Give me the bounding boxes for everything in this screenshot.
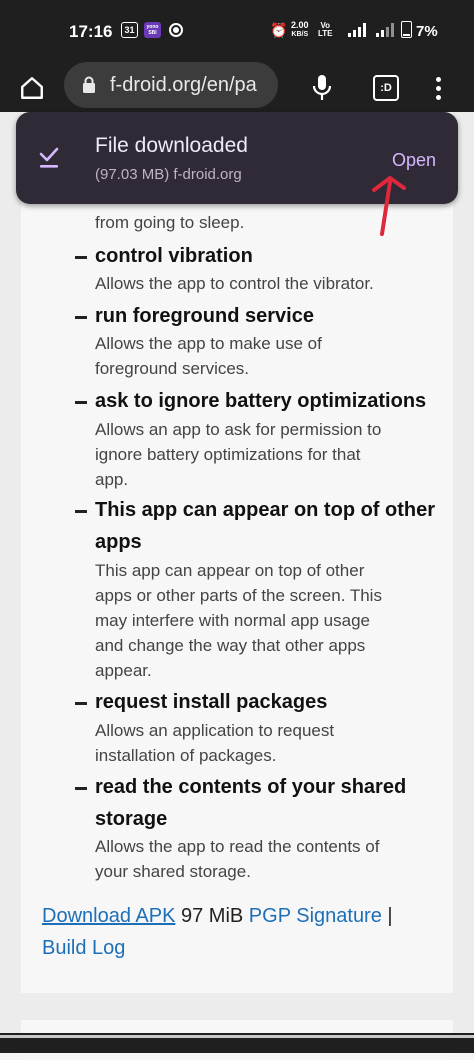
more-vert-dot xyxy=(435,94,441,100)
status-bar: 17:16 31 yono SBI ⏰ 2.00 KB/S Vo LTE 7% xyxy=(0,0,474,62)
permission-title: request install packages xyxy=(95,691,328,713)
more-vert-dot xyxy=(435,85,441,91)
permission-desc: foreground services. xyxy=(95,359,250,378)
tab-switcher-button[interactable]: :D xyxy=(366,68,406,108)
permission-desc: app. xyxy=(95,470,129,489)
bullet-dash xyxy=(75,787,87,790)
apk-size: 97 MiB xyxy=(180,905,244,927)
snackbar-subtitle: (97.03 MB) f-droid.org xyxy=(95,166,242,183)
signal-icon-sim1 xyxy=(345,22,369,38)
battery-icon xyxy=(401,21,412,38)
permission-desc: and change the way that other apps xyxy=(95,636,366,655)
bullet-dash xyxy=(75,510,87,513)
download-links: Download APK 97 MiB PGP Signature | Buil… xyxy=(42,900,442,964)
link-separator: | xyxy=(387,905,393,927)
snackbar-title: File downloaded xyxy=(95,134,248,157)
permission-desc: Allows the app to make use of xyxy=(95,334,322,353)
permission-title: control vibration xyxy=(95,245,253,267)
browser-toolbar: f-droid.org/en/pa :D xyxy=(0,62,474,112)
permission-desc: apps or other parts of the screen. This xyxy=(95,586,382,605)
permission-desc: may interfere with normal app usage xyxy=(95,611,370,630)
system-nav-bar xyxy=(0,1033,474,1053)
volte-indicator: Vo LTE xyxy=(318,22,333,38)
download-apk-link[interactable]: Download APK xyxy=(42,905,175,927)
status-time: 17:16 xyxy=(69,22,113,41)
bullet-dash xyxy=(75,702,87,705)
chrome-icon xyxy=(169,23,183,37)
alarm-icon: ⏰ xyxy=(270,21,288,38)
permission-title: apps xyxy=(95,531,142,553)
permission-desc: This app can appear on top of other xyxy=(95,561,365,580)
permission-desc: Allows an application to request xyxy=(95,721,335,740)
more-vert-icon xyxy=(435,76,441,82)
permission-desc: appear. xyxy=(95,661,152,680)
bullet-dash xyxy=(75,256,87,259)
page-content: from going to sleep. control vibration A… xyxy=(0,112,474,1060)
lock-icon xyxy=(83,76,95,93)
permission-desc: Allows an app to ask for permission to xyxy=(95,420,382,439)
build-log-link[interactable]: Build Log xyxy=(42,937,125,959)
microphone-icon xyxy=(312,75,332,100)
permission-desc: ignore battery optimizations for that xyxy=(95,445,361,464)
url-text: f-droid.org/en/pa xyxy=(110,74,257,96)
battery-percent: 7% xyxy=(416,23,438,40)
pgp-signature-link[interactable]: PGP Signature xyxy=(249,905,382,927)
overflow-menu-button[interactable] xyxy=(420,68,456,108)
permissions-card: from going to sleep. control vibration A… xyxy=(21,112,453,993)
voice-search-button[interactable] xyxy=(302,68,342,108)
nav-handle[interactable] xyxy=(0,1035,474,1038)
home-button[interactable] xyxy=(12,68,52,108)
home-icon xyxy=(21,77,43,99)
address-bar[interactable]: f-droid.org/en/pa xyxy=(64,62,278,108)
permission-title: read the contents of your shared xyxy=(95,776,407,798)
permission-title: This app can appear on top of other xyxy=(95,499,436,521)
bullet-dash xyxy=(75,316,87,319)
tab-count: :D xyxy=(373,75,399,101)
permission-desc: Allows the app to read the contents of xyxy=(95,837,380,856)
network-speed: 2.00 KB/S xyxy=(291,20,309,40)
volte-bottom: LTE xyxy=(318,29,333,38)
signal-icon-sim2 xyxy=(373,22,397,38)
speed-value: 2.00 xyxy=(291,20,309,30)
bullet-dash xyxy=(75,401,87,404)
permission-desc: your shared storage. xyxy=(95,862,251,881)
speed-unit: KB/S xyxy=(291,31,309,38)
permission-title: ask to ignore battery optimizations xyxy=(95,390,427,412)
permission-desc: installation of packages. xyxy=(95,746,277,765)
permission-title: storage xyxy=(95,808,168,830)
yono-app-icon: yono SBI xyxy=(144,22,161,38)
red-annotation-arrow-icon xyxy=(372,176,406,236)
permission-title: run foreground service xyxy=(95,305,314,327)
calendar-icon: 31 xyxy=(121,22,138,38)
permission-desc: Allows the app to control the vibrator. xyxy=(95,274,374,293)
download-done-icon xyxy=(39,147,59,168)
